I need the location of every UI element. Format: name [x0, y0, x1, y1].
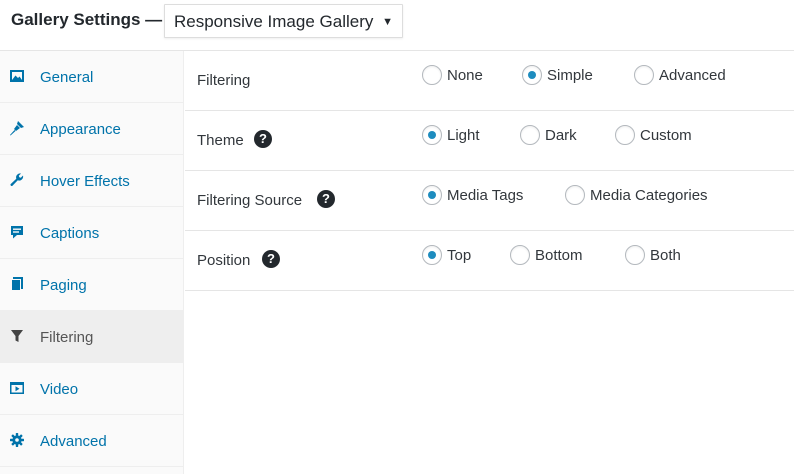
gallery-select[interactable]: Responsive Image Gallery ▼ [164, 4, 403, 38]
radio-label: Top [447, 247, 472, 264]
settings-panel: General Appearance Hover Effects Caption… [0, 50, 794, 474]
help-icon[interactable]: ? [317, 190, 335, 208]
radio-button[interactable] [615, 125, 635, 145]
radio-button-checked[interactable] [522, 65, 542, 85]
setting-label: Filtering Source ? [197, 190, 335, 210]
sidebar-item-video[interactable]: Video [0, 363, 184, 415]
radio-label: Bottom [535, 247, 583, 264]
brush-icon [10, 121, 24, 136]
radio-label: Dark [545, 127, 577, 144]
radio-button[interactable] [565, 185, 585, 205]
sidebar-item-filtering[interactable]: Filtering [0, 311, 184, 363]
sidebar-item-hover-effects[interactable]: Hover Effects [0, 155, 184, 207]
setting-row-theme: Theme ? Light Dark Custom [185, 111, 794, 171]
pages-icon [11, 277, 23, 291]
settings-form: Filtering None Simple Advanced Theme ? L… [185, 51, 794, 474]
gear-icon [10, 433, 24, 447]
sidebar-item-paging[interactable]: Paging [0, 259, 184, 311]
radio-button[interactable] [422, 65, 442, 85]
sidebar-item-captions[interactable]: Captions [0, 207, 184, 259]
radio-label: Simple [547, 67, 593, 84]
setting-row-position: Position ? Top Bottom Both [185, 231, 794, 291]
setting-row-filtering: Filtering None Simple Advanced [185, 51, 794, 111]
sidebar-item-label: Paging [40, 277, 87, 294]
image-icon [10, 70, 24, 82]
help-icon[interactable]: ? [254, 130, 272, 148]
radio-label: Both [650, 247, 681, 264]
setting-label-text: Position [197, 252, 251, 269]
radio-button[interactable] [510, 245, 530, 265]
setting-label-text: Theme [197, 132, 244, 149]
sidebar-item-label: Appearance [40, 121, 121, 138]
video-icon [10, 382, 24, 394]
radio-button-checked[interactable] [422, 245, 442, 265]
sidebar-item-appearance[interactable]: Appearance [0, 103, 184, 155]
setting-label: Filtering [197, 72, 251, 89]
radio-label: Custom [640, 127, 692, 144]
sidebar-item-label: Captions [40, 225, 100, 242]
sidebar-item-label: General [40, 69, 94, 86]
gallery-select-value: Responsive Image Gallery [174, 12, 374, 31]
setting-label: Position ? [197, 250, 280, 270]
sidebar-item-label: Advanced [40, 433, 107, 450]
radio-button-checked[interactable] [422, 185, 442, 205]
settings-sidebar: General Appearance Hover Effects Caption… [0, 51, 184, 474]
setting-label-text: Filtering Source [197, 192, 303, 209]
sidebar-item-advanced[interactable]: Advanced [0, 415, 184, 467]
setting-label: Theme ? [197, 130, 272, 150]
radio-button[interactable] [634, 65, 654, 85]
sidebar-item-label: Hover Effects [40, 173, 130, 190]
radio-label: None [447, 67, 483, 84]
sidebar-item-label: Video [40, 381, 79, 398]
sidebar-item-general[interactable]: General [0, 51, 184, 103]
radio-button-checked[interactable] [422, 125, 442, 145]
caption-icon [11, 226, 23, 239]
help-icon[interactable]: ? [262, 250, 280, 268]
chevron-down-icon: ▼ [382, 16, 393, 28]
radio-button[interactable] [520, 125, 540, 145]
radio-label: Media Categories [590, 187, 708, 204]
radio-button[interactable] [625, 245, 645, 265]
setting-row-filtering-source: Filtering Source ? Media Tags Media Cate… [185, 171, 794, 231]
filter-icon [11, 330, 23, 342]
page-title: Gallery Settings — [11, 10, 163, 29]
radio-label: Advanced [659, 67, 726, 84]
sidebar-item-label: Filtering [40, 329, 94, 346]
radio-label: Media Tags [447, 187, 524, 204]
settings-header: Gallery Settings — Responsive Image Gall… [0, 0, 794, 50]
radio-label: Light [447, 127, 480, 144]
wrench-icon [10, 173, 24, 187]
